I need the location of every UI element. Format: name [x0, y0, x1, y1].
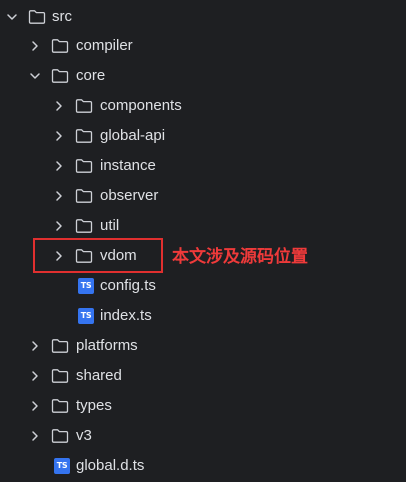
tree-item-util[interactable]: util	[0, 211, 406, 241]
tree-item-index-ts[interactable]: TS index.ts	[0, 301, 406, 331]
chevron-down-icon[interactable]	[5, 10, 19, 24]
tree-item-label: observer	[100, 187, 159, 204]
folder-icon	[51, 338, 69, 354]
folder-icon	[28, 9, 46, 25]
chevron-down-icon[interactable]	[28, 69, 42, 83]
tree-item-label: global-api	[100, 127, 166, 144]
tree-item-src[interactable]: src	[0, 2, 406, 32]
typescript-file-icon: TS	[78, 308, 94, 324]
chevron-right-icon[interactable]	[28, 369, 42, 383]
tree-item-components[interactable]: components	[0, 91, 406, 121]
folder-icon	[75, 158, 93, 174]
chevron-right-icon[interactable]	[52, 159, 66, 173]
folder-icon	[75, 188, 93, 204]
tree-item-label: types	[76, 397, 112, 414]
chevron-right-icon[interactable]	[28, 399, 42, 413]
highlight-box	[33, 238, 163, 273]
folder-icon	[75, 128, 93, 144]
tree-item-label: core	[76, 67, 106, 84]
tree-item-instance[interactable]: instance	[0, 151, 406, 181]
folder-icon	[51, 368, 69, 384]
tree-item-label: index.ts	[100, 307, 152, 324]
folder-icon	[75, 218, 93, 234]
chevron-right-icon[interactable]	[52, 219, 66, 233]
tree-item-label: global.d.ts	[76, 457, 145, 474]
tree-item-label: compiler	[76, 37, 133, 54]
tree-item-observer[interactable]: observer	[0, 181, 406, 211]
tree-item-label: instance	[100, 157, 156, 174]
folder-icon	[51, 68, 69, 84]
chevron-right-icon[interactable]	[28, 429, 42, 443]
folder-icon	[75, 98, 93, 114]
tree-item-config-ts[interactable]: TS config.ts	[0, 271, 406, 301]
typescript-file-icon: TS	[54, 458, 70, 474]
tree-item-core[interactable]: core	[0, 61, 406, 91]
tree-item-compiler[interactable]: compiler	[0, 31, 406, 61]
tree-item-label: util	[100, 217, 120, 234]
tree-item-label: shared	[76, 367, 122, 384]
folder-icon	[51, 428, 69, 444]
tree-item-label: components	[100, 97, 182, 114]
tree-item-platforms[interactable]: platforms	[0, 331, 406, 361]
chevron-right-icon[interactable]	[52, 189, 66, 203]
tree-item-shared[interactable]: shared	[0, 361, 406, 391]
tree-item-label: config.ts	[100, 277, 156, 294]
typescript-file-icon: TS	[78, 278, 94, 294]
tree-item-global-d-ts[interactable]: TS global.d.ts	[0, 451, 406, 481]
tree-item-types[interactable]: types	[0, 391, 406, 421]
chevron-right-icon[interactable]	[52, 129, 66, 143]
project-file-tree: src compiler core components global-api …	[0, 0, 406, 482]
tree-item-global-api[interactable]: global-api	[0, 121, 406, 151]
folder-icon	[51, 398, 69, 414]
folder-icon	[51, 38, 69, 54]
tree-item-v3[interactable]: v3	[0, 421, 406, 451]
chevron-right-icon[interactable]	[28, 339, 42, 353]
tree-item-label: src	[52, 8, 72, 25]
tree-item-label: platforms	[76, 337, 138, 354]
tree-item-label: v3	[76, 427, 92, 444]
chevron-right-icon[interactable]	[52, 99, 66, 113]
chevron-right-icon[interactable]	[28, 39, 42, 53]
annotation-label: 本文涉及源码位置	[172, 247, 308, 267]
